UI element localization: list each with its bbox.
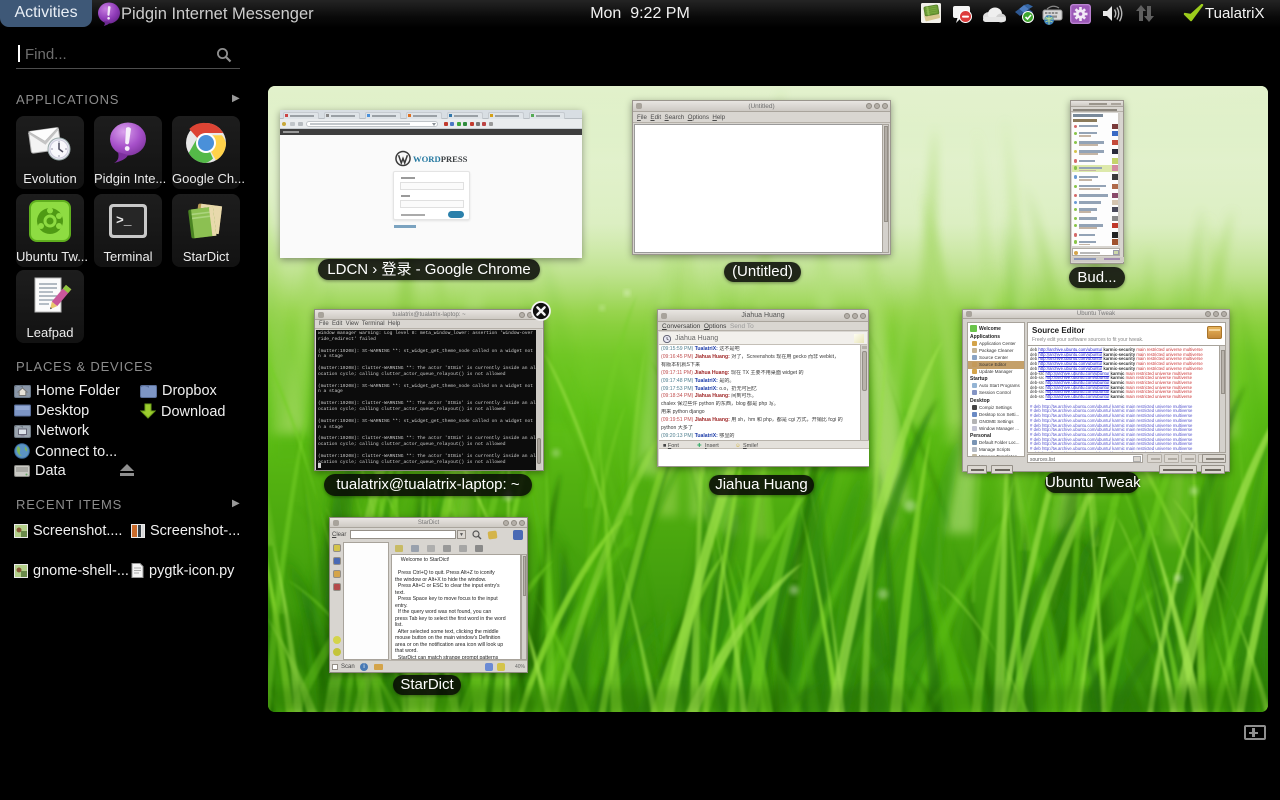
svg-text:WORDPRESS: WORDPRESS [413,154,468,164]
svg-text:>_: >_ [116,213,132,228]
